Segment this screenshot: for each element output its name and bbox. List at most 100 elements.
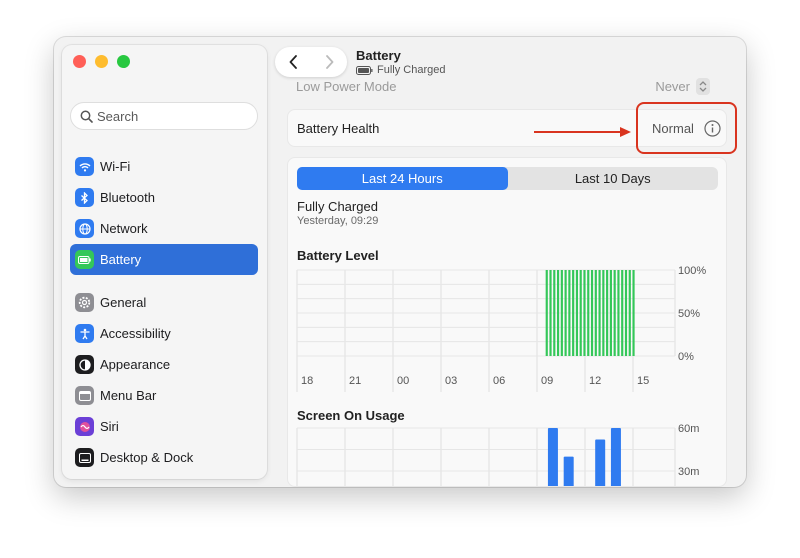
sidebar-item-accessibility[interactable]: Accessibility (70, 318, 258, 349)
battery-small-icon (356, 65, 373, 75)
sidebar-item-general[interactable]: General (70, 287, 258, 318)
battery-level-bar (583, 270, 586, 356)
sidebar-item-network[interactable]: Network (70, 213, 258, 244)
low-power-label: Low Power Mode (296, 78, 397, 94)
screen-on-usage-chart: 60m 30m (296, 423, 699, 486)
screen-usage-bar (595, 439, 606, 486)
x-tick-label: 12 (589, 375, 601, 387)
close-window-button[interactable] (73, 55, 86, 68)
globe-icon (75, 219, 94, 238)
appearance-icon (75, 355, 94, 374)
sidebar-item-label: Siri (100, 419, 119, 434)
screen-usage-bar (547, 428, 558, 486)
sidebar-item-siri[interactable]: Siri (70, 411, 258, 442)
sidebar-item-label: General (100, 295, 147, 310)
y-tick-label: 100% (678, 265, 706, 277)
battery-level-bar (590, 270, 594, 356)
chevron-right-icon (325, 55, 333, 69)
sidebar-item-bluetooth[interactable]: Bluetooth (70, 182, 258, 213)
sidebar-item-label: Accessibility (100, 326, 171, 341)
time-range-segmented-control: Last 24 Hours Last 10 Days (297, 167, 718, 190)
tab-last-24-hours[interactable]: Last 24 Hours (297, 167, 508, 190)
sidebar-item-menu-bar[interactable]: Menu Bar (70, 380, 258, 411)
x-tick-label: 06 (493, 375, 505, 387)
battery-level-bar (564, 270, 567, 356)
battery-health-value: Normal (652, 120, 694, 136)
battery-level-bar (609, 270, 612, 356)
search-input[interactable] (97, 108, 247, 124)
sidebar-item-label: Desktop & Dock (100, 450, 194, 465)
desktop-dock-icon (75, 448, 94, 467)
battery-level-title: Battery Level (297, 248, 379, 263)
menu-bar-icon (75, 386, 94, 405)
forward-button[interactable] (314, 49, 344, 75)
battery-level-bar (549, 270, 552, 356)
battery-level-chart: 100% 50% 0% 18 21 00 03 06 09 12 15 (296, 265, 706, 392)
sidebar-item-battery[interactable]: Battery (70, 244, 258, 275)
battery-level-bar (628, 270, 631, 356)
search-icon (80, 110, 93, 123)
y-tick-label: 30m (678, 466, 699, 478)
y-tick-label: 60m (678, 423, 699, 435)
x-tick-label: 18 (301, 375, 313, 387)
settings-window: Wi-Fi Bluetooth Network Battery General Acces… (54, 37, 746, 487)
annotation-arrow (534, 127, 631, 137)
x-tick-label: 15 (637, 375, 649, 387)
low-power-select[interactable]: Never (655, 77, 710, 95)
zoom-window-button[interactable] (117, 55, 130, 68)
sidebar-item-label: Network (100, 221, 148, 236)
sidebar-item-displays[interactable]: Displays (70, 473, 258, 479)
y-tick-label: 50% (678, 308, 700, 320)
battery-level-bar (606, 270, 609, 356)
x-tick-label: 00 (397, 375, 409, 387)
sidebar-item-wi-fi[interactable]: Wi-Fi (70, 151, 258, 182)
back-button[interactable] (278, 49, 308, 75)
sidebar-item-label: Wi-Fi (100, 159, 131, 174)
battery-level-bar (617, 270, 620, 356)
battery-level-bar (560, 270, 563, 356)
info-icon[interactable] (704, 119, 721, 137)
wifi-icon (75, 157, 94, 176)
charge-status: Fully Charged (297, 199, 378, 214)
tab-last-10-days[interactable]: Last 10 Days (508, 167, 719, 190)
battery-level-bar (587, 270, 590, 356)
battery-level-bar (575, 270, 579, 356)
low-power-value: Never (655, 78, 690, 94)
battery-level-bar (545, 270, 548, 356)
battery-health-label: Battery Health (297, 120, 380, 136)
chevron-left-icon (289, 55, 297, 69)
gear-icon (75, 293, 94, 312)
bluetooth-icon (75, 188, 94, 207)
screen-usage-bar (563, 456, 574, 486)
sidebar-nav: Wi-Fi Bluetooth Network Battery General Acces… (70, 151, 258, 479)
battery-level-bar (621, 270, 624, 356)
sidebar-separator (70, 275, 258, 287)
history-buttons (275, 47, 347, 77)
sidebar-item-label: Battery (100, 252, 142, 267)
charge-status-time: Yesterday, 09:29 (297, 215, 379, 227)
y-tick-label: 0% (678, 351, 694, 363)
battery-level-bar (553, 270, 556, 356)
sidebar-item-label: Appearance (100, 357, 171, 372)
battery-level-bar (556, 270, 560, 356)
sidebar-item-desktop-dock[interactable]: Desktop & Dock (70, 442, 258, 473)
battery-level-bar (579, 270, 582, 356)
screen-usage-bar (610, 428, 621, 486)
battery-level-bar (598, 270, 601, 356)
search-field[interactable] (70, 102, 258, 130)
minimize-window-button[interactable] (95, 55, 108, 68)
x-tick-label: 03 (445, 375, 457, 387)
screen-on-usage-title: Screen On Usage (297, 408, 405, 423)
sidebar: Wi-Fi Bluetooth Network Battery General Acces… (62, 45, 267, 479)
usage-card: Last 24 Hours Last 10 Days Fully Charged… (287, 157, 727, 487)
updown-chevron-icon (696, 77, 710, 95)
annotation-highlight-box: Normal (636, 102, 737, 154)
x-tick-label: 09 (541, 375, 553, 387)
battery-level-bar (632, 270, 635, 356)
low-power-mode-row: Low Power Mode Never (288, 75, 718, 97)
sidebar-item-appearance[interactable]: Appearance (70, 349, 258, 380)
battery-level-bar (602, 270, 605, 356)
battery-level-bar (594, 270, 597, 356)
sidebar-item-label: Menu Bar (100, 388, 157, 403)
x-tick-label: 21 (349, 375, 361, 387)
